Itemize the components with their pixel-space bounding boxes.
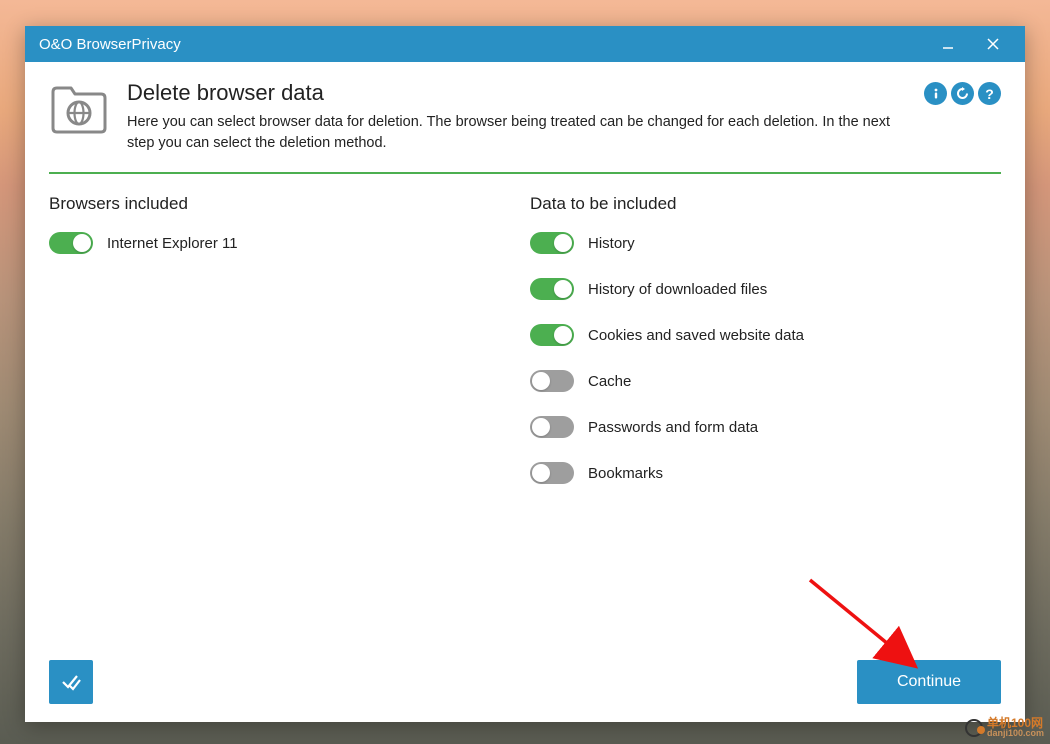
data-item-5-toggle[interactable] bbox=[530, 462, 574, 484]
browser-item-0-label: Internet Explorer 11 bbox=[107, 235, 238, 252]
data-item-3-row: Cache bbox=[530, 370, 1001, 392]
data-item-0-toggle[interactable] bbox=[530, 232, 574, 254]
watermark: 单机100网 danji100.com bbox=[965, 717, 1044, 738]
columns: Browsers included Internet Explorer 11 D… bbox=[49, 194, 1001, 508]
continue-button[interactable]: Continue bbox=[857, 660, 1001, 704]
data-item-4-row: Passwords and form data bbox=[530, 416, 1001, 438]
browsers-column-title: Browsers included bbox=[49, 194, 520, 214]
data-item-5-row: Bookmarks bbox=[530, 462, 1001, 484]
refresh-icon[interactable] bbox=[951, 82, 974, 105]
info-icon[interactable] bbox=[924, 82, 947, 105]
browsers-column: Browsers included Internet Explorer 11 bbox=[49, 194, 520, 508]
titlebar: O&O BrowserPrivacy bbox=[25, 26, 1025, 62]
footer: Continue bbox=[49, 660, 1001, 704]
data-item-1-row: History of downloaded files bbox=[530, 278, 1001, 300]
select-all-button[interactable] bbox=[49, 660, 93, 704]
data-item-5-label: Bookmarks bbox=[588, 465, 663, 482]
data-column-title: Data to be included bbox=[530, 194, 1001, 214]
content-area: Delete browser data Here you can select … bbox=[25, 62, 1025, 722]
data-item-2-row: Cookies and saved website data bbox=[530, 324, 1001, 346]
minimize-button[interactable] bbox=[925, 26, 970, 62]
browser-item-0-row: Internet Explorer 11 bbox=[49, 232, 520, 254]
data-item-4-label: Passwords and form data bbox=[588, 419, 758, 436]
data-item-3-toggle[interactable] bbox=[530, 370, 574, 392]
header-icons: ? bbox=[924, 82, 1001, 105]
data-item-2-toggle[interactable] bbox=[530, 324, 574, 346]
close-button[interactable] bbox=[970, 26, 1015, 62]
browser-item-0-toggle[interactable] bbox=[49, 232, 93, 254]
page-title: Delete browser data bbox=[127, 80, 906, 106]
data-item-4-toggle[interactable] bbox=[530, 416, 574, 438]
header-text: Delete browser data Here you can select … bbox=[127, 80, 906, 154]
watermark-logo-icon bbox=[965, 719, 983, 737]
window-title: O&O BrowserPrivacy bbox=[39, 36, 925, 53]
data-item-1-label: History of downloaded files bbox=[588, 281, 767, 298]
page-description: Here you can select browser data for del… bbox=[127, 112, 906, 154]
data-item-2-label: Cookies and saved website data bbox=[588, 327, 804, 344]
browser-folder-icon bbox=[49, 80, 109, 136]
data-item-3-label: Cache bbox=[588, 373, 631, 390]
header-row: Delete browser data Here you can select … bbox=[49, 80, 1001, 154]
app-window: O&O BrowserPrivacy Delete browser data H… bbox=[25, 26, 1025, 722]
help-icon[interactable]: ? bbox=[978, 82, 1001, 105]
data-item-0-row: History bbox=[530, 232, 1001, 254]
data-column: Data to be included History History of do… bbox=[530, 194, 1001, 508]
data-item-1-toggle[interactable] bbox=[530, 278, 574, 300]
data-item-0-label: History bbox=[588, 235, 635, 252]
divider bbox=[49, 172, 1001, 174]
watermark-text: 单机100网 danji100.com bbox=[987, 717, 1044, 738]
